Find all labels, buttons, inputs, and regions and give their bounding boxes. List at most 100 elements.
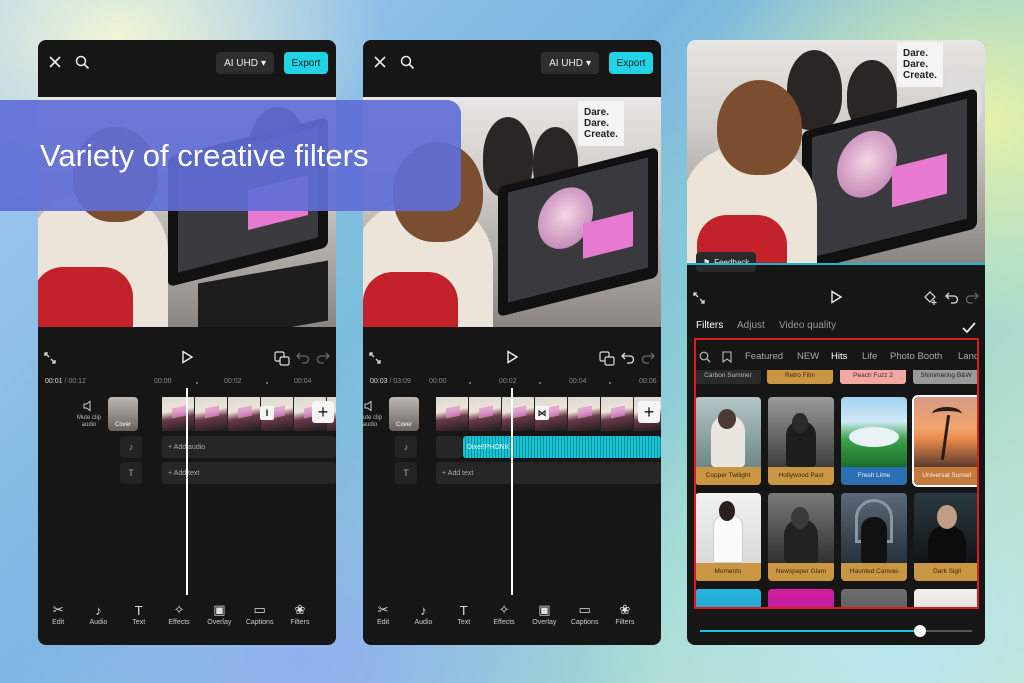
play-icon[interactable] [829, 290, 845, 306]
export-button[interactable]: Export [284, 52, 328, 74]
add-audio-button[interactable]: + Add audio [162, 436, 336, 458]
search-icon[interactable] [73, 53, 91, 71]
tool-overlay[interactable]: ▣ Overlay [199, 601, 239, 635]
tool-effects[interactable]: ✧ Effects [484, 601, 524, 635]
filter-card-newspaper-glam[interactable]: Newspaper Glam [768, 493, 834, 581]
filter-card-partial[interactable] [841, 589, 907, 607]
filter-label[interactable]: Retro Film [767, 370, 833, 384]
tool-captions[interactable]: ▭ Captions [564, 601, 604, 635]
tool-filters[interactable]: ❀ Filters [280, 601, 320, 635]
tool-filters[interactable]: ❀ Filters [605, 601, 645, 635]
slider-fill [700, 630, 921, 632]
tool-captions[interactable]: ▭ Captions [239, 601, 279, 635]
filter-card-hollywood-past[interactable]: Hollywood Past [768, 397, 834, 485]
keyframe-icon[interactable] [274, 350, 290, 366]
undo-icon[interactable] [621, 350, 635, 364]
waterfall [849, 427, 899, 447]
mute-clip-audio-button[interactable]: Mute clip audio [363, 400, 385, 429]
filter-card-partial[interactable] [768, 589, 834, 607]
undo-icon[interactable] [945, 290, 959, 304]
video-clip-track[interactable] [162, 397, 336, 431]
playhead[interactable] [511, 388, 513, 595]
cover-label: Cover [114, 422, 131, 428]
category-new[interactable]: NEW [797, 351, 819, 362]
category-life[interactable]: Life [862, 351, 877, 362]
close-icon[interactable] [371, 53, 389, 71]
category-landscape[interactable]: Landscape [958, 351, 977, 362]
tool-edit[interactable]: ✂ Edit [363, 601, 403, 635]
filter-card-copper-twilight[interactable]: Copper Twilight [696, 397, 761, 485]
undo-icon[interactable] [296, 350, 310, 364]
close-icon[interactable] [46, 53, 64, 71]
tool-overlay[interactable]: ▣ Overlay [524, 601, 564, 635]
filter-card-fresh-lime[interactable]: Fresh Lime [841, 397, 907, 485]
filter-card-partial[interactable] [696, 589, 761, 607]
export-button[interactable]: Export [609, 52, 653, 74]
tool-edit[interactable]: ✂ Edit [38, 601, 78, 635]
bottom-toolbar: ✂ Edit ♪ Audio T Text ✧ Effects ▣ Overlay ▭ Ca… [38, 601, 336, 635]
category-featured[interactable]: Featured [745, 351, 783, 362]
tool-effects[interactable]: ✧ Effects [159, 601, 199, 635]
red-bag [38, 267, 133, 327]
keyframe-icon[interactable] [599, 350, 615, 366]
tool-audio[interactable]: ♪ Audio [403, 601, 443, 635]
filter-label[interactable]: Carbon Summer [696, 370, 761, 384]
music-track-icon: ♪ [120, 436, 142, 458]
tick-dot [196, 382, 198, 384]
person-head [718, 409, 736, 429]
tab-video-quality[interactable]: Video quality [779, 320, 836, 331]
filter-card-dark-sigil[interactable]: Dark Sigil [914, 493, 977, 581]
tool-label: Text [457, 619, 471, 626]
transition-button[interactable]: I [260, 406, 274, 420]
video-preview[interactable]: Dare. Dare. Create. [687, 40, 985, 263]
slider-knob[interactable] [914, 625, 927, 637]
mute-clip-audio-button[interactable]: Mute clip audio [74, 400, 104, 429]
playhead[interactable] [186, 388, 188, 595]
cover-thumbnail[interactable]: Cover [108, 397, 138, 431]
filter-card-haunted-canvas[interactable]: Haunted Canvas [841, 493, 907, 581]
add-clip-button[interactable]: + [312, 401, 334, 423]
fullscreen-icon[interactable] [44, 351, 58, 365]
filter-label[interactable]: Peach Fuzz 2 [840, 370, 906, 384]
play-icon[interactable] [505, 350, 521, 366]
filter-card-momento[interactable]: Momento [696, 493, 761, 581]
tab-filters[interactable]: Filters [696, 320, 723, 331]
add-text-button[interactable]: + Add text [436, 462, 661, 484]
redo-icon[interactable] [316, 350, 330, 364]
filter-card-universal-sunset[interactable]: Universal Sunset [912, 395, 977, 487]
quality-dropdown[interactable]: AI UHD ▾ [541, 52, 599, 74]
category-photo-booth[interactable]: Photo Booth [890, 351, 942, 362]
fullscreen-icon[interactable] [369, 351, 383, 365]
tool-adjust[interactable]: ◐Ad [320, 601, 337, 635]
play-icon[interactable] [180, 350, 196, 366]
filter-intensity-slider[interactable] [700, 624, 972, 638]
bookmark-icon[interactable] [722, 351, 732, 366]
audio-clip-track[interactable]: Dixel!PHONK [463, 436, 661, 458]
filter-name: Dark Sigil [914, 563, 977, 581]
confirm-check-icon[interactable] [961, 320, 977, 336]
search-icon[interactable] [699, 351, 711, 366]
redo-icon[interactable] [641, 350, 655, 364]
tool-text[interactable]: T Text [119, 601, 159, 635]
transition-button[interactable]: ⋈ [535, 406, 549, 420]
tool-audio[interactable]: ♪ Audio [78, 601, 118, 635]
filter-card-partial[interactable] [914, 589, 977, 607]
search-icon[interactable] [398, 53, 416, 71]
tool-text[interactable]: T Text [444, 601, 484, 635]
category-hits[interactable]: Hits [831, 351, 847, 362]
add-text-button[interactable]: + Add text [162, 462, 336, 484]
feedback-button[interactable]: ⚑ Feedback [696, 252, 757, 272]
scissors-icon: ✂ [52, 602, 64, 617]
filter-label[interactable]: Shimmering B&W [913, 370, 977, 384]
add-clip-button[interactable]: + [638, 401, 660, 423]
fullscreen-icon[interactable] [693, 291, 707, 305]
cover-thumbnail[interactable]: Cover [389, 397, 419, 431]
keyframe-diamond-icon[interactable] [923, 290, 939, 306]
time-readout: 00:01 / 00:12 [45, 378, 86, 385]
tab-adjust[interactable]: Adjust [737, 320, 765, 331]
tool-adjust[interactable]: ◐Ad [645, 601, 662, 635]
tick-label: 00:00 [429, 378, 447, 385]
redo-icon[interactable] [965, 290, 979, 304]
phone-screen-filters: Dare. Dare. Create. ⚑ Feedback Filters Adju… [687, 40, 985, 645]
quality-dropdown[interactable]: AI UHD ▾ [216, 52, 274, 74]
